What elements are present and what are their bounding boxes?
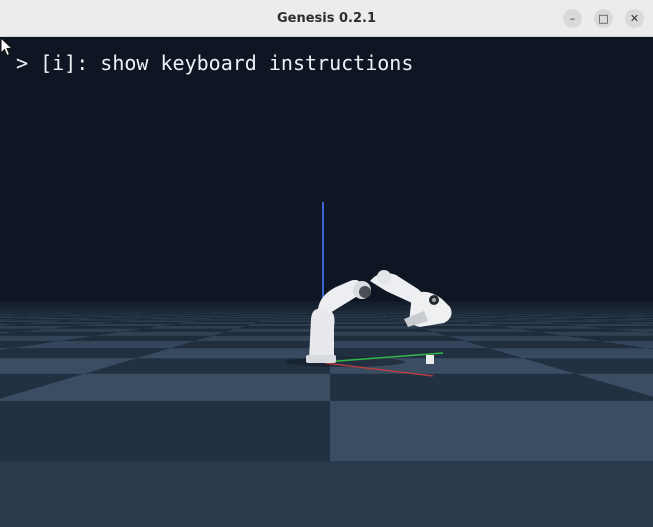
mouse-pointer-icon — [0, 37, 14, 57]
maximize-button[interactable]: □ — [594, 9, 613, 28]
close-icon: ✕ — [629, 12, 640, 25]
sky — [0, 37, 653, 302]
target-cube — [426, 355, 434, 364]
minimize-button[interactable]: – — [563, 9, 582, 28]
maximize-icon: □ — [598, 12, 609, 25]
window-title: Genesis 0.2.1 — [276, 11, 377, 26]
scene-render — [0, 37, 653, 527]
3d-viewport[interactable]: > [i]: show keyboard instructions — [0, 37, 653, 527]
minimize-icon: – — [569, 12, 576, 25]
title-bar[interactable]: Genesis 0.2.1 – □ ✕ — [0, 0, 653, 37]
genesis-window: Genesis 0.2.1 – □ ✕ > [i]: show keyboard… — [0, 0, 653, 527]
keyboard-hint: > [i]: show keyboard instructions — [16, 51, 414, 75]
close-button[interactable]: ✕ — [625, 9, 644, 28]
